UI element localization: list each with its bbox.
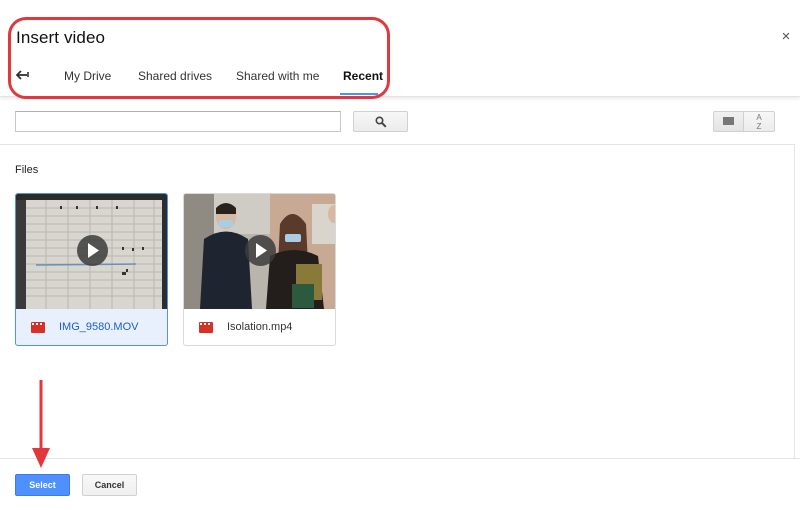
cancel-button[interactable]: Cancel <box>82 474 137 496</box>
play-icon[interactable] <box>245 235 276 266</box>
video-file-icon <box>199 322 213 333</box>
video-file-icon <box>31 322 45 333</box>
file-name: IMG_9580.MOV <box>59 321 139 333</box>
tab-shared-drives[interactable]: Shared drives <box>138 69 212 83</box>
list-view-icon <box>723 117 734 125</box>
sort-az-icon: A Z <box>756 113 762 131</box>
back-arrow-icon[interactable] <box>16 67 30 81</box>
toolbar-divider <box>0 144 795 145</box>
active-tab-indicator <box>340 93 378 95</box>
annotation-arrow-icon <box>32 380 50 468</box>
file-card-isolation[interactable]: Isolation.mp4 <box>183 193 336 346</box>
scrollbar-track[interactable] <box>794 145 795 458</box>
play-icon[interactable] <box>77 235 108 266</box>
files-section-label: Files <box>15 164 39 176</box>
file-card-img-9580[interactable]: IMG_9580.MOV <box>15 193 168 346</box>
tab-my-drive[interactable]: My Drive <box>64 69 111 83</box>
video-thumbnail <box>184 194 335 309</box>
tab-recent[interactable]: Recent <box>343 69 383 83</box>
search-input[interactable] <box>15 111 341 132</box>
sort-button[interactable]: A Z <box>744 111 775 132</box>
dialog-title: Insert video <box>16 28 106 47</box>
close-icon[interactable]: × <box>779 29 793 45</box>
search-button[interactable] <box>353 111 408 132</box>
file-name: Isolation.mp4 <box>227 321 293 333</box>
video-thumbnail <box>16 194 167 309</box>
magnifier-icon <box>375 116 387 128</box>
list-view-button[interactable] <box>713 111 744 132</box>
dialog-header: Insert video × My Drive Shared drives Sh… <box>0 0 800 97</box>
footer-divider <box>0 458 800 459</box>
select-button[interactable]: Select <box>15 474 70 496</box>
tab-shared-with-me[interactable]: Shared with me <box>236 69 319 83</box>
